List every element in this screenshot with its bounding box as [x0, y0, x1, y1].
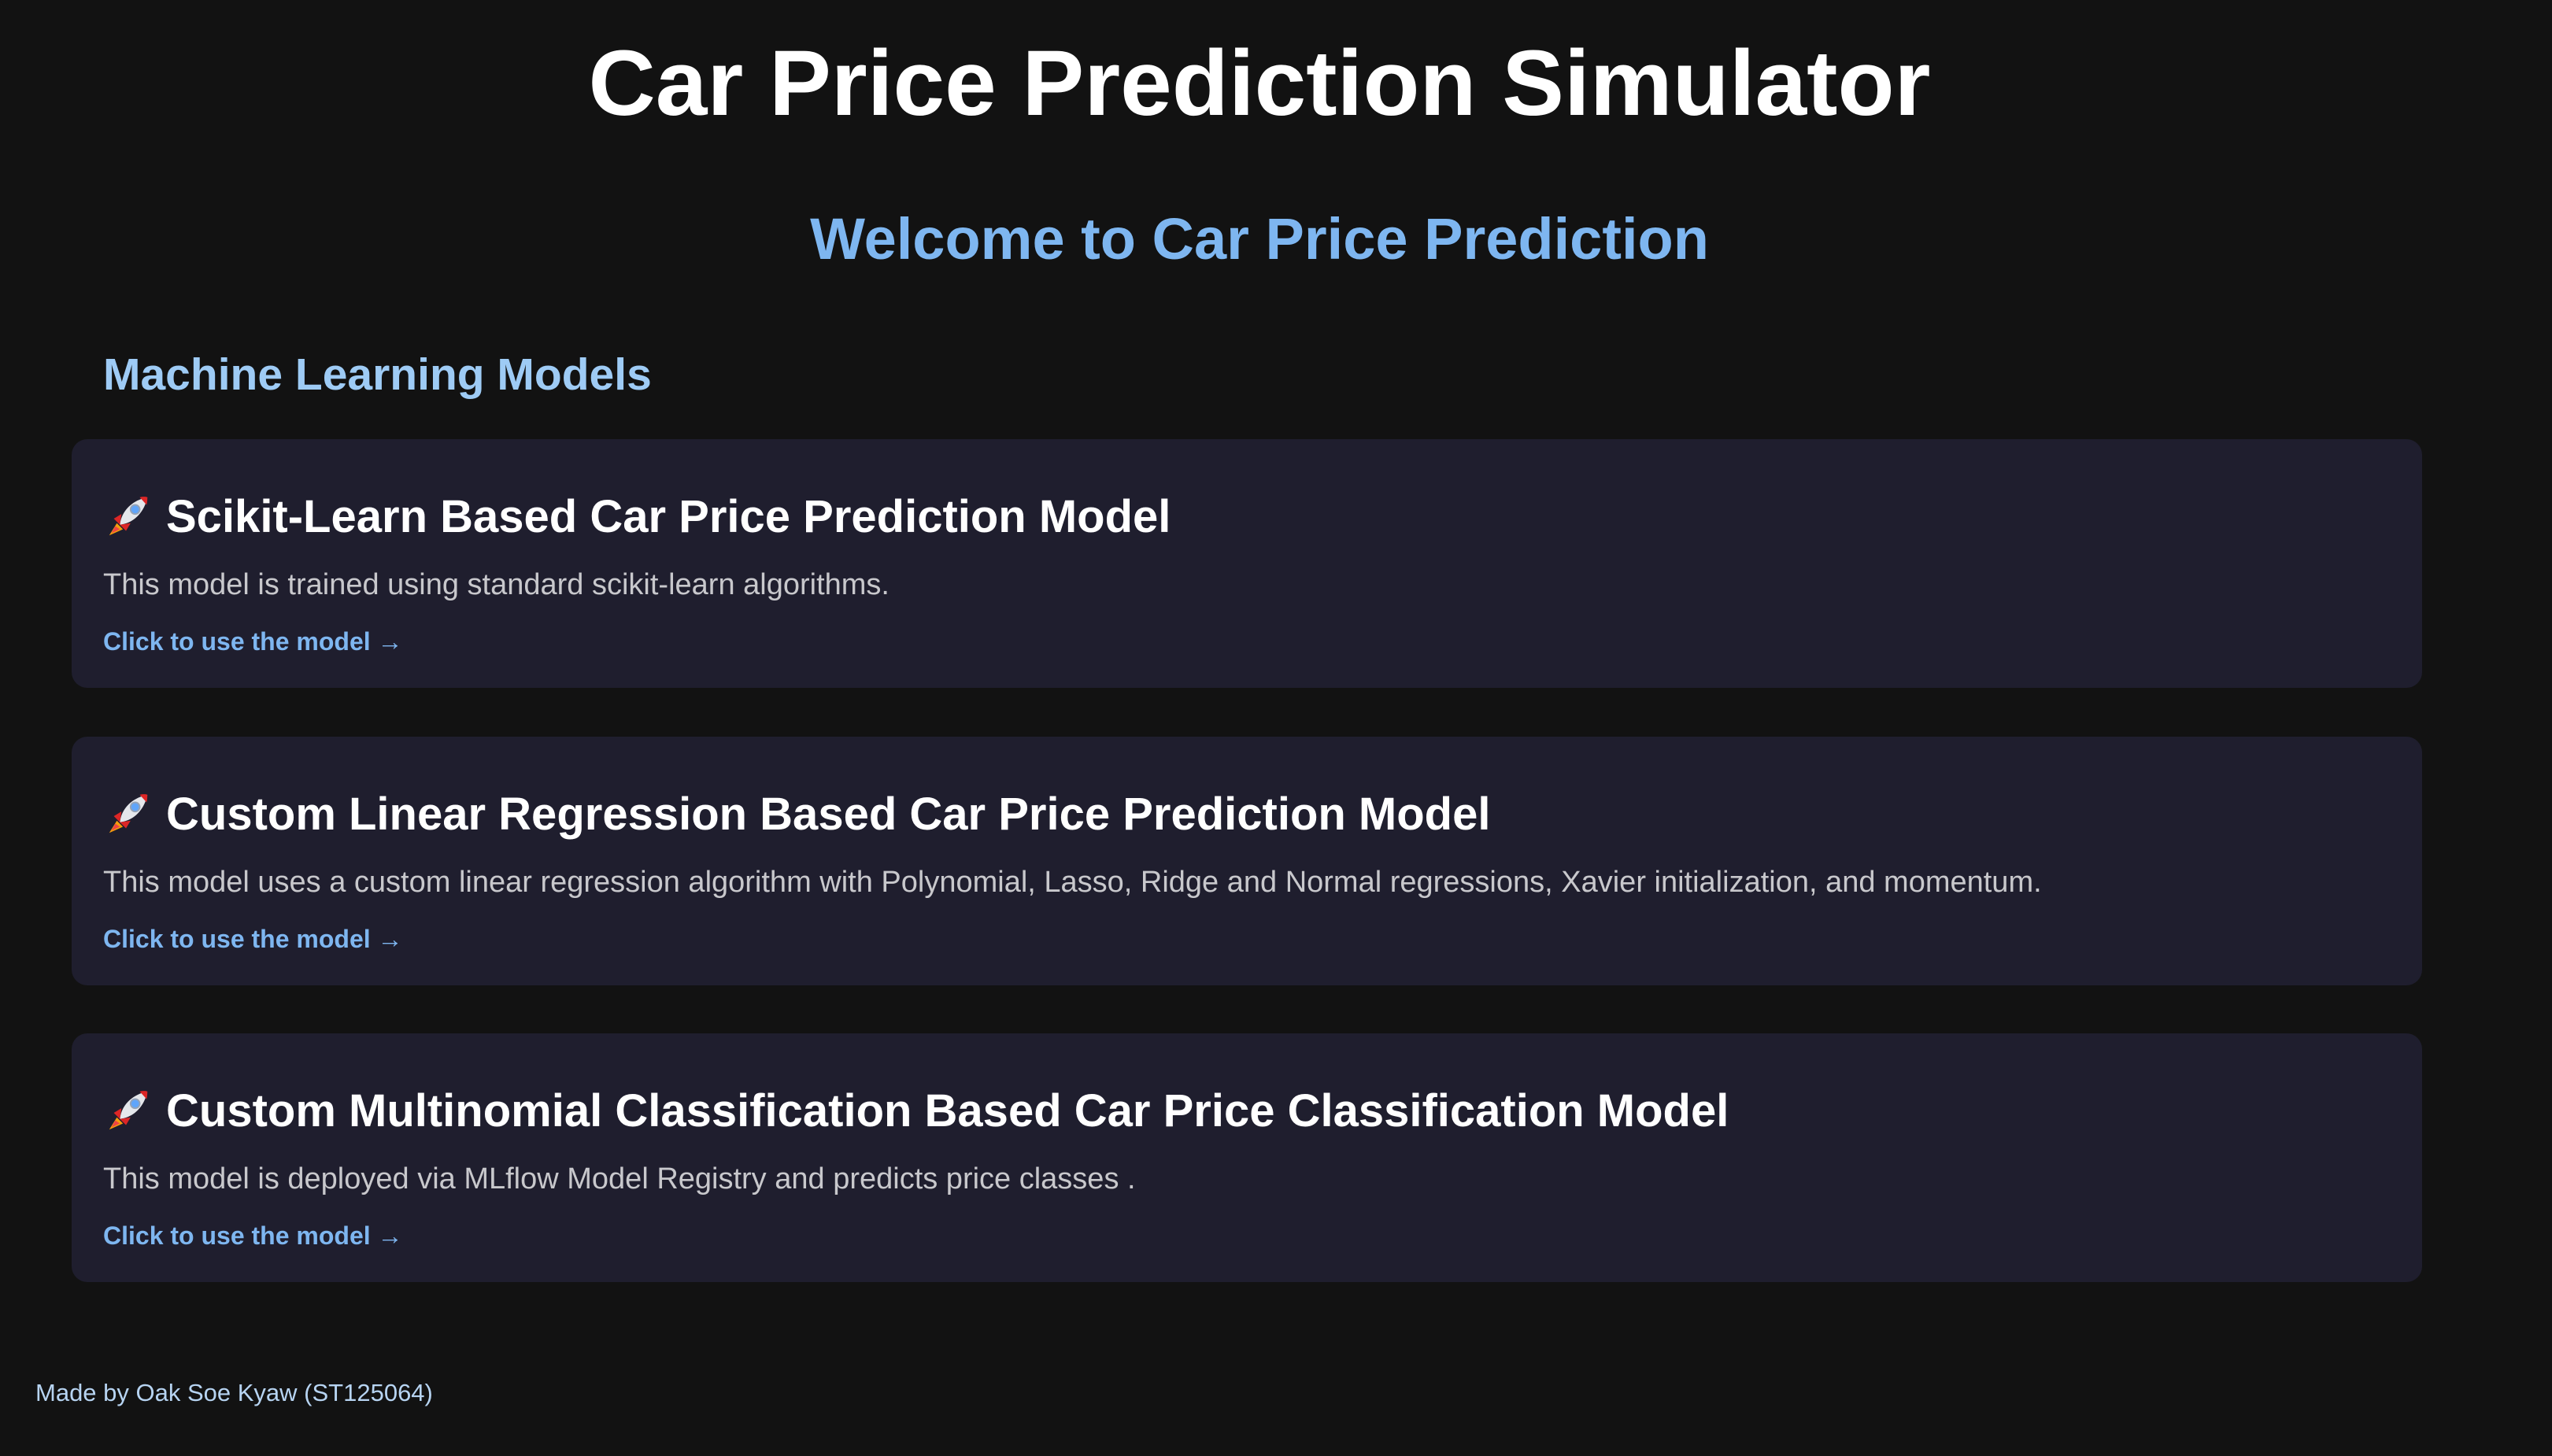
rocket-icon	[109, 1091, 148, 1130]
section-title: Machine Learning Models	[103, 349, 652, 400]
rocket-icon	[109, 497, 148, 536]
use-model-link[interactable]: Click to use the model →	[103, 1219, 403, 1252]
model-card-scikit-learn[interactable]: Scikit-Learn Based Car Price Prediction …	[72, 439, 2422, 688]
welcome-heading: Welcome to Car Price Prediction	[810, 206, 1709, 272]
card-title-text: Custom Multinomial Classification Based …	[166, 1085, 1729, 1136]
card-title: Custom Multinomial Classification Based …	[103, 1081, 1729, 1142]
model-card-custom-linear-regression[interactable]: Custom Linear Regression Based Car Price…	[72, 737, 2422, 985]
page: Car Price Prediction Simulator Welcome t…	[0, 0, 2552, 1456]
card-title: Scikit-Learn Based Car Price Prediction …	[103, 486, 1171, 548]
card-description: This model uses a custom linear regressi…	[103, 866, 2042, 899]
use-model-link[interactable]: Click to use the model →	[103, 625, 403, 658]
card-description: This model is deployed via MLflow Model …	[103, 1162, 1136, 1195]
page-title: Car Price Prediction Simulator	[588, 31, 1931, 135]
card-title-text: Custom Linear Regression Based Car Price…	[166, 789, 1491, 840]
model-card-custom-multinomial-classification[interactable]: Custom Multinomial Classification Based …	[72, 1033, 2422, 1282]
use-model-link[interactable]: Click to use the model →	[103, 922, 403, 955]
card-description: This model is trained using standard sci…	[103, 568, 890, 601]
rocket-icon	[109, 794, 148, 833]
footer-credit: Made by Oak Soe Kyaw (ST125064)	[35, 1379, 433, 1406]
card-title: Custom Linear Regression Based Car Price…	[103, 784, 1490, 845]
card-title-text: Scikit-Learn Based Car Price Prediction …	[166, 491, 1171, 542]
